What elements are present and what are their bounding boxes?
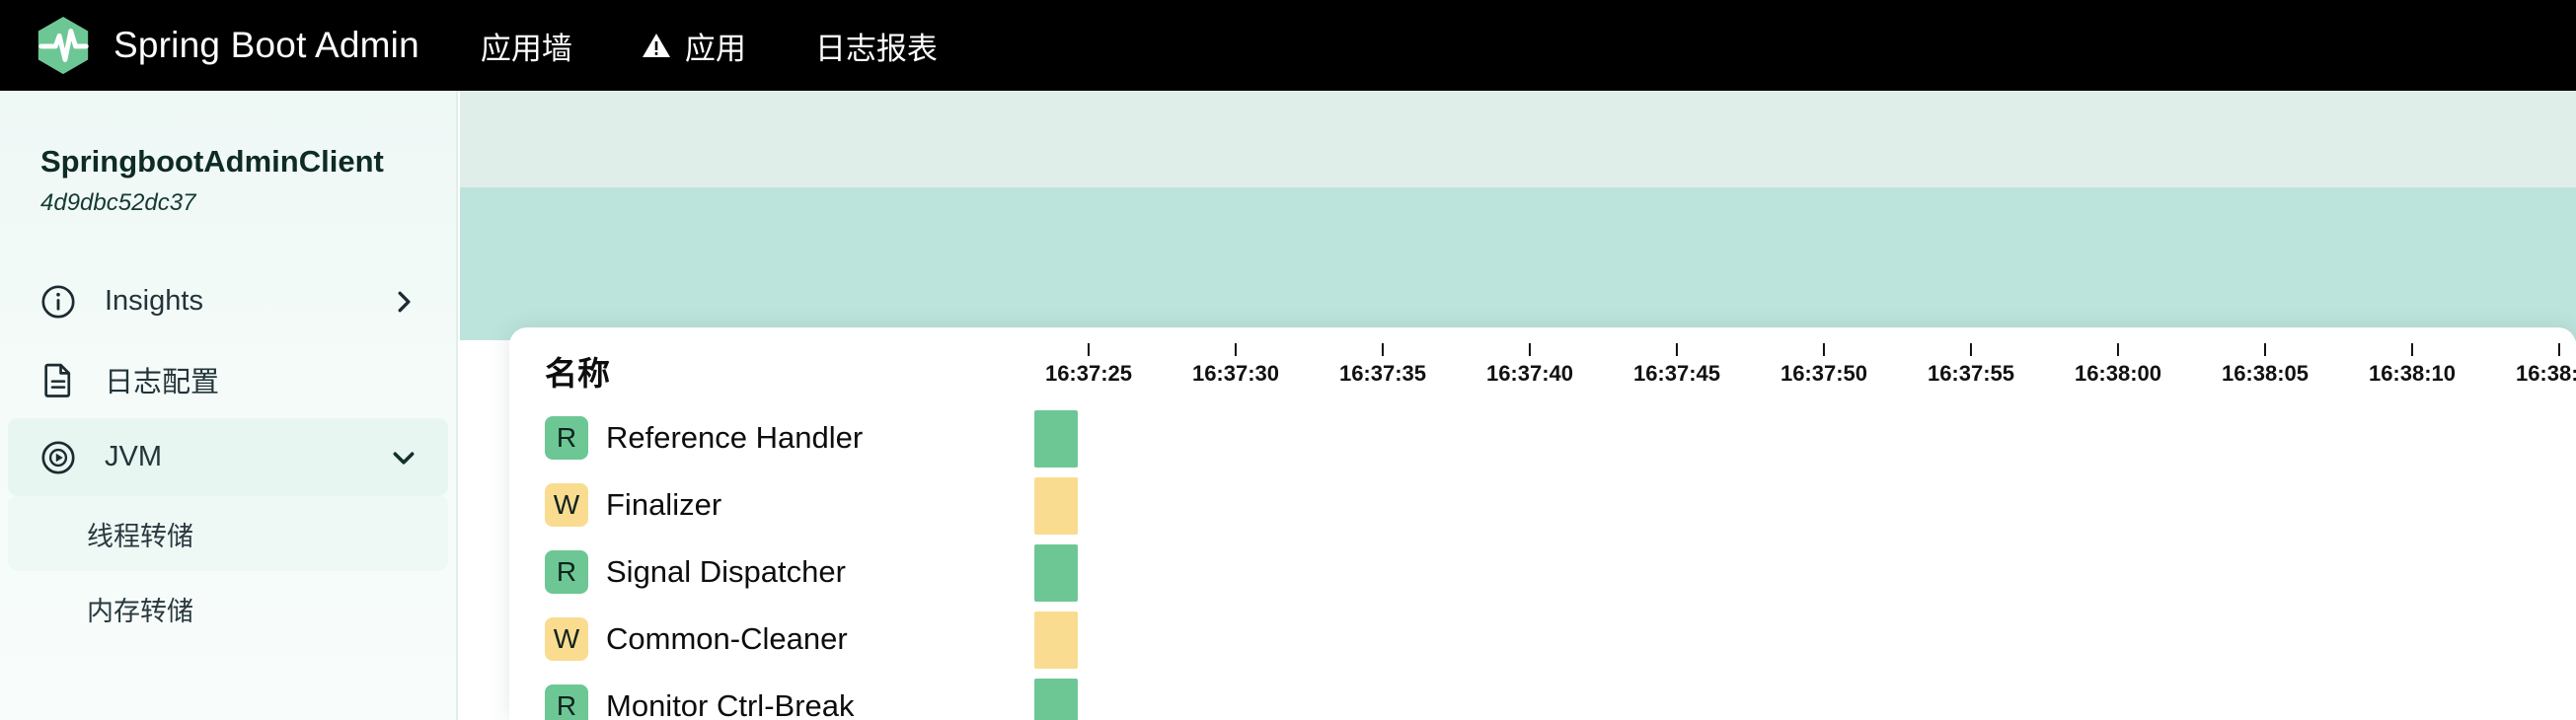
thread-dump-card: 名称 16:37:25 16:37:30 16:37:35 16:37:40 16:37… — [509, 327, 2576, 720]
axis-tick-mark — [1675, 343, 1678, 356]
thread-timeline-bar[interactable] — [1034, 544, 1078, 602]
sidebar-item-label: Insights — [105, 285, 203, 317]
chevron-right-icon[interactable] — [391, 289, 417, 315]
thread-state-badge: W — [545, 617, 588, 661]
axis-tick-mark — [1822, 343, 1825, 356]
thread-name: Monitor Ctrl-Break — [606, 688, 855, 720]
axis-tick: 16:37:25 — [1045, 343, 1132, 387]
sidebar-subitem-heap-dump[interactable]: 内存转储 — [8, 571, 448, 646]
axis-tick: 16:37:45 — [1633, 343, 1720, 387]
thread-rows: R Reference Handler W Finalizer R Signal Disp… — [509, 404, 2576, 720]
thread-name: Signal Dispatcher — [606, 554, 846, 589]
info-circle-icon — [41, 284, 75, 319]
hexagon-pulse-logo-icon — [38, 16, 89, 75]
axis-tick: 16:38:10 — [2369, 343, 2456, 387]
sidebar-app-title: SpringbootAdminClient — [40, 144, 384, 179]
axis-tick: 16:37:50 — [1780, 343, 1867, 387]
axis-tick-mark — [1381, 343, 1384, 356]
nav-link-label: 日志报表 — [814, 31, 938, 66]
axis-tick-mark — [1234, 343, 1237, 356]
timeline-axis: 16:37:25 16:37:30 16:37:35 16:37:40 16:37:45… — [509, 327, 2576, 404]
nav-link-label: 应用 — [684, 31, 746, 66]
brand-name: Spring Boot Admin — [114, 25, 419, 65]
axis-tick: 16:37:35 — [1339, 343, 1426, 387]
axis-tick: 16:37:40 — [1486, 343, 1573, 387]
nav-link-applications[interactable]: 应用 — [642, 24, 746, 68]
axis-tick-mark — [2116, 343, 2119, 356]
nav-link-app-wall[interactable]: 应用墙 — [481, 24, 572, 68]
axis-tick-mark — [1528, 343, 1531, 356]
axis-tick-label: 16:37:45 — [1632, 361, 1721, 386]
chevron-down-icon[interactable] — [391, 445, 417, 470]
sidebar-item-log-config[interactable]: 日志配置 — [8, 340, 448, 418]
thread-state-badge: R — [545, 550, 588, 594]
sidebar-item-insights[interactable]: Insights — [8, 262, 448, 340]
axis-tick: 16:38:00 — [2075, 343, 2161, 387]
axis-tick-label: 16:37:25 — [1044, 361, 1133, 386]
axis-tick-mark — [2557, 343, 2560, 356]
sidebar-item-partial[interactable] — [8, 646, 448, 720]
sidebar-subitem-thread-dump[interactable]: 线程转储 — [8, 496, 448, 571]
thread-timeline-bar[interactable] — [1034, 410, 1078, 468]
axis-tick: 16:37:30 — [1192, 343, 1279, 387]
axis-tick-label: 16:38:05 — [2221, 361, 2310, 386]
sidebar-nav-list: Insights 日志配置 JVM 线程转储 内存转储 — [0, 262, 456, 720]
thread-state-badge: R — [545, 416, 588, 460]
thread-name: Finalizer — [606, 487, 722, 522]
sidebar-subitem-label: 线程转储 — [87, 521, 193, 551]
axis-tick-label: 16:37:40 — [1485, 361, 1574, 386]
thread-timeline-bar[interactable] — [1034, 679, 1078, 720]
sidebar-app-id: 4d9dbc52dc37 — [40, 189, 196, 216]
thread-state-badge: W — [545, 483, 588, 527]
sidebar: SpringbootAdminClient 4d9dbc52dc37 Insig… — [0, 91, 458, 720]
axis-tick-mark — [2263, 343, 2266, 356]
card-header: 名称 16:37:25 16:37:30 16:37:35 16:37:40 16:37… — [509, 327, 2576, 404]
document-icon — [44, 363, 71, 397]
axis-tick: 16:38:05 — [2222, 343, 2309, 387]
thread-row[interactable]: R Monitor Ctrl-Break — [509, 673, 2576, 720]
thread-row[interactable]: W Finalizer — [509, 471, 2576, 539]
axis-tick: 16:38:15 — [2516, 343, 2576, 387]
navbar-links: 应用墙 应用 日志报表 — [481, 24, 1007, 68]
axis-tick-label: 16:37:35 — [1338, 361, 1427, 386]
thread-state-badge: R — [545, 684, 588, 720]
nav-link-log-report[interactable]: 日志报表 — [815, 24, 938, 68]
axis-tick-mark — [2410, 343, 2413, 356]
background-band-mint — [460, 91, 2576, 187]
axis-tick: 16:37:55 — [1928, 343, 2014, 387]
axis-tick-label: 16:38:10 — [2368, 361, 2457, 386]
page-body: SpringbootAdminClient 4d9dbc52dc37 Insig… — [0, 91, 2576, 720]
brand[interactable]: Spring Boot Admin — [33, 15, 419, 76]
sidebar-subitem-label: 内存转储 — [87, 596, 193, 626]
thread-name: Common-Cleaner — [606, 621, 848, 656]
background-band-teal — [460, 187, 2576, 340]
sidebar-item-label: JVM — [105, 441, 162, 472]
thread-timeline-bar[interactable] — [1034, 477, 1078, 535]
thread-row[interactable]: W Common-Cleaner — [509, 606, 2576, 673]
axis-tick-label: 16:38:00 — [2074, 361, 2162, 386]
thread-row[interactable]: R Reference Handler — [509, 404, 2576, 471]
axis-tick-label: 16:38:15 — [2515, 361, 2576, 386]
axis-tick-mark — [1969, 343, 1972, 356]
axis-tick-mark — [1087, 343, 1090, 356]
axis-tick-label: 16:37:30 — [1191, 361, 1280, 386]
top-navbar: Spring Boot Admin 应用墙 应用 日志报表 — [0, 0, 2576, 91]
axis-tick-label: 16:37:50 — [1780, 361, 1868, 386]
axis-tick-label: 16:37:55 — [1927, 361, 2015, 386]
sidebar-item-jvm[interactable]: JVM — [8, 418, 448, 496]
thread-timeline-bar[interactable] — [1034, 612, 1078, 669]
play-circle-icon — [41, 440, 75, 474]
nav-link-label: 应用墙 — [480, 31, 572, 66]
sidebar-item-label: 日志配置 — [105, 366, 220, 398]
thread-name: Reference Handler — [606, 420, 864, 455]
thread-row[interactable]: R Signal Dispatcher — [509, 539, 2576, 606]
warning-triangle-icon — [642, 34, 670, 57]
